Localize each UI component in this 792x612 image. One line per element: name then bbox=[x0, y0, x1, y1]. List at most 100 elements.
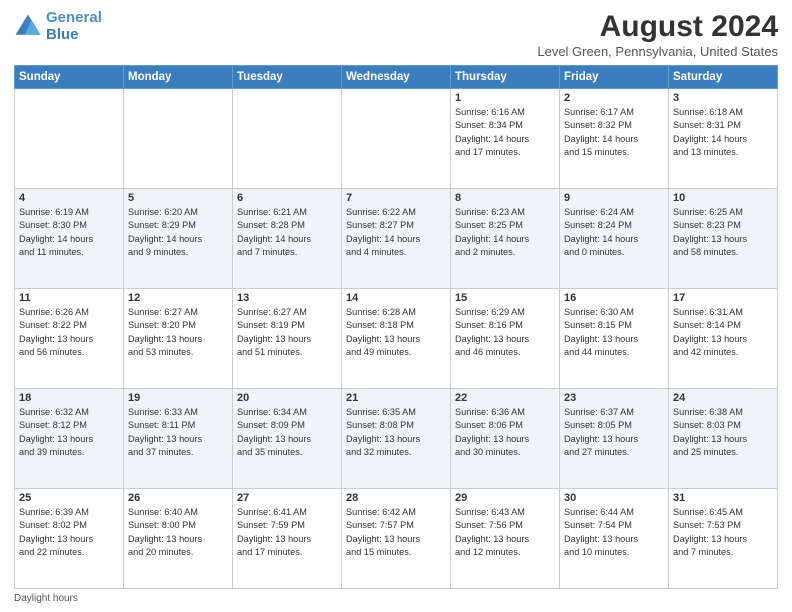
title-block: August 2024 Level Green, Pennsylvania, U… bbox=[537, 10, 778, 59]
calendar-cell: 15Sunrise: 6:29 AMSunset: 8:16 PMDayligh… bbox=[451, 289, 560, 389]
calendar-cell: 1Sunrise: 6:16 AMSunset: 8:34 PMDaylight… bbox=[451, 89, 560, 189]
cell-content: Sunrise: 6:44 AMSunset: 7:54 PMDaylight:… bbox=[564, 506, 664, 559]
calendar-week-row: 4 Sunrise: 6:19 AMSunset: 8:30 PMDaylight… bbox=[15, 189, 778, 289]
calendar-cell: 7Sunrise: 6:22 AMSunset: 8:27 PMDaylight… bbox=[342, 189, 451, 289]
day-number: 18 bbox=[19, 392, 119, 404]
day-number: 30 bbox=[564, 492, 664, 504]
cell-content: Sunrise: 6:26 AMSunset: 8:22 PMDaylight:… bbox=[19, 306, 119, 359]
day-number: 24 bbox=[673, 392, 773, 404]
cell-content: Sunrise: 6:25 AMSunset: 8:23 PMDaylight:… bbox=[673, 206, 773, 259]
calendar-cell bbox=[124, 89, 233, 189]
cell-content: Sunrise: 6:20 AMSunset: 8:29 PMDaylight:… bbox=[128, 206, 228, 259]
day-number: 4 bbox=[19, 192, 119, 204]
cell-content: Sunrise: 6:41 AMSunset: 7:59 PMDaylight:… bbox=[237, 506, 337, 559]
calendar-cell: 31 Sunrise: 6:45 AMSunset: 7:53 PMDayligh… bbox=[669, 489, 778, 589]
calendar-cell: 30 Sunrise: 6:44 AMSunset: 7:54 PMDayligh… bbox=[560, 489, 669, 589]
logo-icon bbox=[14, 13, 42, 41]
calendar-day-header: Friday bbox=[560, 66, 669, 89]
calendar-cell: 19Sunrise: 6:33 AMSunset: 8:11 PMDayligh… bbox=[124, 389, 233, 489]
day-number: 14 bbox=[346, 292, 446, 304]
day-number: 29 bbox=[455, 492, 555, 504]
day-number: 5 bbox=[128, 192, 228, 204]
calendar-cell: 10 Sunrise: 6:25 AMSunset: 8:23 PMDayligh… bbox=[669, 189, 778, 289]
logo-general: General bbox=[46, 9, 102, 26]
calendar-cell: 18 Sunrise: 6:32 AMSunset: 8:12 PMDayligh… bbox=[15, 389, 124, 489]
day-number: 6 bbox=[237, 192, 337, 204]
calendar-cell bbox=[342, 89, 451, 189]
cell-content: Sunrise: 6:27 AMSunset: 8:19 PMDaylight:… bbox=[237, 306, 337, 359]
logo-blue: Blue bbox=[46, 26, 79, 43]
cell-content: Sunrise: 6:38 AMSunset: 8:03 PMDaylight:… bbox=[673, 406, 773, 459]
calendar-week-row: 1Sunrise: 6:16 AMSunset: 8:34 PMDaylight… bbox=[15, 89, 778, 189]
cell-content: Sunrise: 6:29 AMSunset: 8:16 PMDaylight:… bbox=[455, 306, 555, 359]
day-number: 28 bbox=[346, 492, 446, 504]
calendar-day-header: Wednesday bbox=[342, 66, 451, 89]
calendar-cell: 17 Sunrise: 6:31 AMSunset: 8:14 PMDayligh… bbox=[669, 289, 778, 389]
calendar-day-header: Sunday bbox=[15, 66, 124, 89]
calendar-table: SundayMondayTuesdayWednesdayThursdayFrid… bbox=[14, 65, 778, 589]
calendar-cell: 24 Sunrise: 6:38 AMSunset: 8:03 PMDayligh… bbox=[669, 389, 778, 489]
calendar-cell bbox=[233, 89, 342, 189]
calendar-cell: 3 Sunrise: 6:18 AMSunset: 8:31 PMDaylight… bbox=[669, 89, 778, 189]
calendar-cell: 27Sunrise: 6:41 AMSunset: 7:59 PMDayligh… bbox=[233, 489, 342, 589]
calendar-cell: 8 Sunrise: 6:23 AMSunset: 8:25 PMDaylight… bbox=[451, 189, 560, 289]
cell-content: Sunrise: 6:32 AMSunset: 8:12 PMDaylight:… bbox=[19, 406, 119, 459]
cell-content: Sunrise: 6:28 AMSunset: 8:18 PMDaylight:… bbox=[346, 306, 446, 359]
cell-content: Sunrise: 6:19 AMSunset: 8:30 PMDaylight:… bbox=[19, 206, 119, 259]
day-number: 31 bbox=[673, 492, 773, 504]
cell-content: Sunrise: 6:35 AMSunset: 8:08 PMDaylight:… bbox=[346, 406, 446, 459]
page: General Blue August 2024 Level Green, Pe… bbox=[0, 0, 792, 612]
day-number: 17 bbox=[673, 292, 773, 304]
day-number: 3 bbox=[673, 92, 773, 104]
calendar-cell: 2Sunrise: 6:17 AMSunset: 8:32 PMDaylight… bbox=[560, 89, 669, 189]
day-number: 13 bbox=[237, 292, 337, 304]
day-number: 9 bbox=[564, 192, 664, 204]
day-number: 12 bbox=[128, 292, 228, 304]
calendar-day-header: Monday bbox=[124, 66, 233, 89]
day-number: 16 bbox=[564, 292, 664, 304]
cell-content: Sunrise: 6:31 AMSunset: 8:14 PMDaylight:… bbox=[673, 306, 773, 359]
cell-content: Sunrise: 6:33 AMSunset: 8:11 PMDaylight:… bbox=[128, 406, 228, 459]
calendar-cell bbox=[15, 89, 124, 189]
calendar-cell: 20 Sunrise: 6:34 AMSunset: 8:09 PMDayligh… bbox=[233, 389, 342, 489]
calendar-cell: 4 Sunrise: 6:19 AMSunset: 8:30 PMDaylight… bbox=[15, 189, 124, 289]
day-number: 20 bbox=[237, 392, 337, 404]
calendar-cell: 12Sunrise: 6:27 AMSunset: 8:20 PMDayligh… bbox=[124, 289, 233, 389]
cell-content: Sunrise: 6:39 AMSunset: 8:02 PMDaylight:… bbox=[19, 506, 119, 559]
cell-content: Sunrise: 6:21 AMSunset: 8:28 PMDaylight:… bbox=[237, 206, 337, 259]
day-number: 8 bbox=[455, 192, 555, 204]
day-number: 22 bbox=[455, 392, 555, 404]
cell-content: Sunrise: 6:36 AMSunset: 8:06 PMDaylight:… bbox=[455, 406, 555, 459]
calendar-header-row: SundayMondayTuesdayWednesdayThursdayFrid… bbox=[15, 66, 778, 89]
footer-note: Daylight hours bbox=[14, 593, 778, 604]
cell-content: Sunrise: 6:16 AMSunset: 8:34 PMDaylight:… bbox=[455, 106, 555, 159]
logo-text: General Blue bbox=[46, 10, 102, 43]
cell-content: Sunrise: 6:30 AMSunset: 8:15 PMDaylight:… bbox=[564, 306, 664, 359]
cell-content: Sunrise: 6:43 AMSunset: 7:56 PMDaylight:… bbox=[455, 506, 555, 559]
cell-content: Sunrise: 6:17 AMSunset: 8:32 PMDaylight:… bbox=[564, 106, 664, 159]
day-number: 11 bbox=[19, 292, 119, 304]
cell-content: Sunrise: 6:42 AMSunset: 7:57 PMDaylight:… bbox=[346, 506, 446, 559]
calendar-week-row: 25 Sunrise: 6:39 AMSunset: 8:02 PMDayligh… bbox=[15, 489, 778, 589]
day-number: 23 bbox=[564, 392, 664, 404]
cell-content: Sunrise: 6:40 AMSunset: 8:00 PMDaylight:… bbox=[128, 506, 228, 559]
header: General Blue August 2024 Level Green, Pe… bbox=[14, 10, 778, 59]
day-number: 21 bbox=[346, 392, 446, 404]
day-number: 10 bbox=[673, 192, 773, 204]
calendar-cell: 22 Sunrise: 6:36 AMSunset: 8:06 PMDayligh… bbox=[451, 389, 560, 489]
cell-content: Sunrise: 6:45 AMSunset: 7:53 PMDaylight:… bbox=[673, 506, 773, 559]
calendar-cell: 14 Sunrise: 6:28 AMSunset: 8:18 PMDayligh… bbox=[342, 289, 451, 389]
day-number: 7 bbox=[346, 192, 446, 204]
calendar-cell: 9Sunrise: 6:24 AMSunset: 8:24 PMDaylight… bbox=[560, 189, 669, 289]
day-number: 26 bbox=[128, 492, 228, 504]
calendar-cell: 26 Sunrise: 6:40 AMSunset: 8:00 PMDayligh… bbox=[124, 489, 233, 589]
calendar-cell: 13 Sunrise: 6:27 AMSunset: 8:19 PMDayligh… bbox=[233, 289, 342, 389]
day-number: 25 bbox=[19, 492, 119, 504]
logo: General Blue bbox=[14, 10, 102, 43]
calendar-day-header: Thursday bbox=[451, 66, 560, 89]
calendar-cell: 29 Sunrise: 6:43 AMSunset: 7:56 PMDayligh… bbox=[451, 489, 560, 589]
cell-content: Sunrise: 6:18 AMSunset: 8:31 PMDaylight:… bbox=[673, 106, 773, 159]
cell-content: Sunrise: 6:23 AMSunset: 8:25 PMDaylight:… bbox=[455, 206, 555, 259]
cell-content: Sunrise: 6:34 AMSunset: 8:09 PMDaylight:… bbox=[237, 406, 337, 459]
calendar-cell: 5 Sunrise: 6:20 AMSunset: 8:29 PMDaylight… bbox=[124, 189, 233, 289]
